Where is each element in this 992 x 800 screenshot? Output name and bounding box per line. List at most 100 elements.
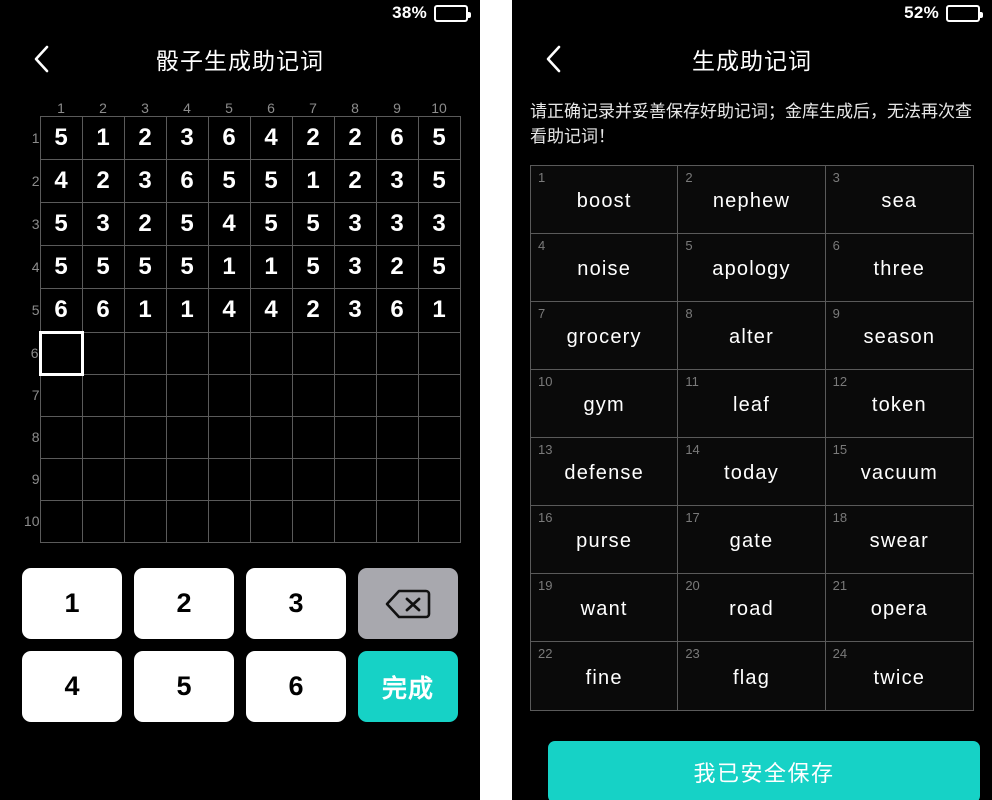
dice-cell-r1c7[interactable]: 2 (291, 115, 335, 160)
dice-cell-r4c8[interactable]: 3 (333, 244, 377, 289)
dice-cell-r1c5[interactable]: 6 (207, 115, 251, 160)
dice-cell-r9c10[interactable] (417, 457, 461, 501)
dice-cell-r6c10[interactable] (417, 331, 461, 375)
dice-cell-r8c8[interactable] (333, 415, 377, 459)
dice-cell-r1c8[interactable]: 2 (333, 115, 377, 160)
chevron-left-icon[interactable] (538, 44, 568, 74)
dice-cell-r4c2[interactable]: 5 (81, 244, 125, 289)
dice-cell-r4c3[interactable]: 5 (123, 244, 167, 289)
dice-cell-r5c7[interactable]: 2 (291, 287, 335, 333)
dice-grid[interactable]: 1 2 3 4 5 6 7 8 9 10 1 5 1 2 3 6 4 2 2 6 5 2 4 2 3 6 5 5 1 2 3 5 3 5 3 2 5 4 5… (0, 98, 461, 543)
dice-cell-r6c1[interactable] (38, 330, 84, 376)
dice-cell-r3c10[interactable]: 3 (417, 201, 461, 246)
key-5[interactable]: 5 (134, 651, 234, 722)
dice-cell-r8c2[interactable] (81, 415, 125, 459)
dice-cell-r1c1[interactable]: 5 (39, 115, 83, 160)
dice-cell-r5c6[interactable]: 4 (249, 287, 293, 333)
dice-cell-r8c3[interactable] (123, 415, 167, 459)
dice-cell-r10c4[interactable] (165, 499, 209, 543)
dice-cell-r8c4[interactable] (165, 415, 209, 459)
dice-cell-r9c6[interactable] (249, 457, 293, 501)
dice-cell-r4c9[interactable]: 2 (375, 244, 419, 289)
dice-cell-r7c9[interactable] (375, 373, 419, 417)
dice-cell-r10c6[interactable] (249, 499, 293, 543)
dice-cell-r1c10[interactable]: 5 (417, 115, 461, 160)
dice-cell-r9c3[interactable] (123, 457, 167, 501)
dice-cell-r4c7[interactable]: 5 (291, 244, 335, 289)
dice-cell-r7c7[interactable] (291, 373, 335, 417)
dice-cell-r9c9[interactable] (375, 457, 419, 501)
dice-cell-r5c2[interactable]: 6 (81, 287, 125, 333)
dice-cell-r1c2[interactable]: 1 (81, 115, 125, 160)
dice-cell-r8c1[interactable] (39, 415, 83, 459)
dice-cell-r5c8[interactable]: 3 (333, 287, 377, 333)
dice-cell-r9c8[interactable] (333, 457, 377, 501)
dice-cell-r6c5[interactable] (207, 331, 251, 375)
backspace-icon[interactable] (358, 568, 458, 639)
dice-cell-r5c10[interactable]: 1 (417, 287, 461, 333)
dice-cell-r9c2[interactable] (81, 457, 125, 501)
key-2[interactable]: 2 (134, 568, 234, 639)
dice-cell-r8c6[interactable] (249, 415, 293, 459)
dice-cell-r2c2[interactable]: 2 (81, 158, 125, 203)
dice-cell-r2c8[interactable]: 2 (333, 158, 377, 203)
dice-cell-r4c4[interactable]: 5 (165, 244, 209, 289)
dice-cell-r2c1[interactable]: 4 (39, 158, 83, 203)
done-button[interactable]: 完成 (358, 651, 458, 722)
dice-cell-r10c3[interactable] (123, 499, 167, 543)
dice-cell-r3c7[interactable]: 5 (291, 201, 335, 246)
dice-cell-r2c10[interactable]: 5 (417, 158, 461, 203)
dice-cell-r6c8[interactable] (333, 331, 377, 375)
dice-cell-r8c10[interactable] (417, 415, 461, 459)
dice-cell-r7c4[interactable] (165, 373, 209, 417)
dice-cell-r2c4[interactable]: 6 (165, 158, 209, 203)
dice-cell-r7c2[interactable] (81, 373, 125, 417)
dice-cell-r10c10[interactable] (417, 499, 461, 543)
dice-cell-r4c1[interactable]: 5 (39, 244, 83, 289)
dice-cell-r2c3[interactable]: 3 (123, 158, 167, 203)
dice-cell-r8c9[interactable] (375, 415, 419, 459)
dice-cell-r1c6[interactable]: 4 (249, 115, 293, 160)
dice-cell-r9c7[interactable] (291, 457, 335, 501)
dice-cell-r2c6[interactable]: 5 (249, 158, 293, 203)
dice-cell-r6c4[interactable] (165, 331, 209, 375)
dice-cell-r10c5[interactable] (207, 499, 251, 543)
dice-cell-r3c1[interactable]: 5 (39, 201, 83, 246)
dice-cell-r2c5[interactable]: 5 (207, 158, 251, 203)
dice-cell-r3c8[interactable]: 3 (333, 201, 377, 246)
dice-cell-r8c7[interactable] (291, 415, 335, 459)
dice-cell-r5c5[interactable]: 4 (207, 287, 251, 333)
dice-cell-r1c3[interactable]: 2 (123, 115, 167, 160)
dice-cell-r2c9[interactable]: 3 (375, 158, 419, 203)
key-6[interactable]: 6 (246, 651, 346, 722)
dice-cell-r1c9[interactable]: 6 (375, 115, 419, 160)
dice-cell-r7c1[interactable] (39, 373, 83, 417)
dice-cell-r2c7[interactable]: 1 (291, 158, 335, 203)
dice-cell-r3c2[interactable]: 3 (81, 201, 125, 246)
key-1[interactable]: 1 (22, 568, 122, 639)
dice-cell-r10c7[interactable] (291, 499, 335, 543)
dice-cell-r4c6[interactable]: 1 (249, 244, 293, 289)
dice-cell-r9c5[interactable] (207, 457, 251, 501)
dice-cell-r3c6[interactable]: 5 (249, 201, 293, 246)
dice-cell-r3c5[interactable]: 4 (207, 201, 251, 246)
dice-cell-r6c7[interactable] (291, 331, 335, 375)
key-3[interactable]: 3 (246, 568, 346, 639)
dice-cell-r5c3[interactable]: 1 (123, 287, 167, 333)
dice-cell-r1c4[interactable]: 3 (165, 115, 209, 160)
saved-confirm-button[interactable]: 我已安全保存 (548, 741, 980, 800)
dice-cell-r3c4[interactable]: 5 (165, 201, 209, 246)
dice-cell-r6c3[interactable] (123, 331, 167, 375)
dice-cell-r7c10[interactable] (417, 373, 461, 417)
dice-cell-r4c5[interactable]: 1 (207, 244, 251, 289)
dice-cell-r5c4[interactable]: 1 (165, 287, 209, 333)
dice-cell-r7c5[interactable] (207, 373, 251, 417)
dice-cell-r7c6[interactable] (249, 373, 293, 417)
dice-cell-r10c9[interactable] (375, 499, 419, 543)
dice-cell-r7c3[interactable] (123, 373, 167, 417)
dice-cell-r10c2[interactable] (81, 499, 125, 543)
key-4[interactable]: 4 (22, 651, 122, 722)
dice-cell-r3c9[interactable]: 3 (375, 201, 419, 246)
dice-cell-r8c5[interactable] (207, 415, 251, 459)
dice-cell-r3c3[interactable]: 2 (123, 201, 167, 246)
